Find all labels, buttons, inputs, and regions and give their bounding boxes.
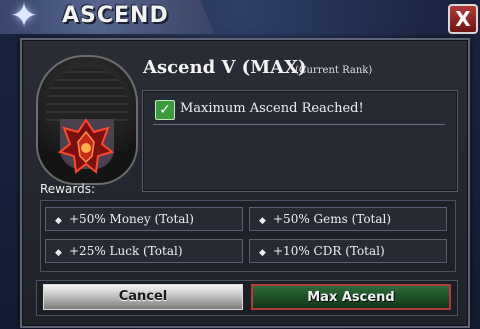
cancel-button[interactable]: Cancel (43, 284, 243, 310)
sparkle-icon: ✦ (9, 0, 39, 36)
reward-text: +50% Money (Total) (69, 212, 194, 226)
title-tab: ✦ ASCEND (0, 0, 215, 36)
rank-subtitle: (Current Rank) (295, 65, 373, 76)
rank-title: Ascend V (MAX) (143, 57, 307, 78)
reward-text: +25% Luck (Total) (69, 244, 183, 258)
checkmark-icon: ✓ (155, 100, 175, 120)
diamond-bullet-icon: ◆ (259, 248, 266, 258)
rank-emblem-icon (58, 118, 114, 174)
max-ascend-button[interactable]: Max Ascend (251, 284, 451, 310)
reward-item: ◆ +25% Luck (Total) (45, 239, 243, 263)
rewards-label: Rewards: (40, 182, 95, 196)
button-row: Cancel Max Ascend (36, 280, 458, 316)
diamond-bullet-icon: ◆ (55, 216, 62, 226)
window-title: ASCEND (62, 3, 169, 28)
reward-text: +50% Gems (Total) (273, 212, 392, 226)
diamond-bullet-icon: ◆ (55, 248, 62, 258)
divider (153, 124, 445, 125)
status-message: Maximum Ascend Reached! (180, 101, 364, 116)
reward-item: ◆ +50% Money (Total) (45, 207, 243, 231)
reward-text: +10% CDR (Total) (273, 244, 385, 258)
reward-item: ◆ +10% CDR (Total) (249, 239, 447, 263)
diamond-bullet-icon: ◆ (259, 216, 266, 226)
close-button[interactable]: X (448, 4, 478, 34)
rewards-grid: ◆ +50% Money (Total) ◆ +50% Gems (Total) ◆… (40, 200, 456, 272)
reward-item: ◆ +50% Gems (Total) (249, 207, 447, 231)
status-box: ✓ Maximum Ascend Reached! (142, 90, 458, 192)
